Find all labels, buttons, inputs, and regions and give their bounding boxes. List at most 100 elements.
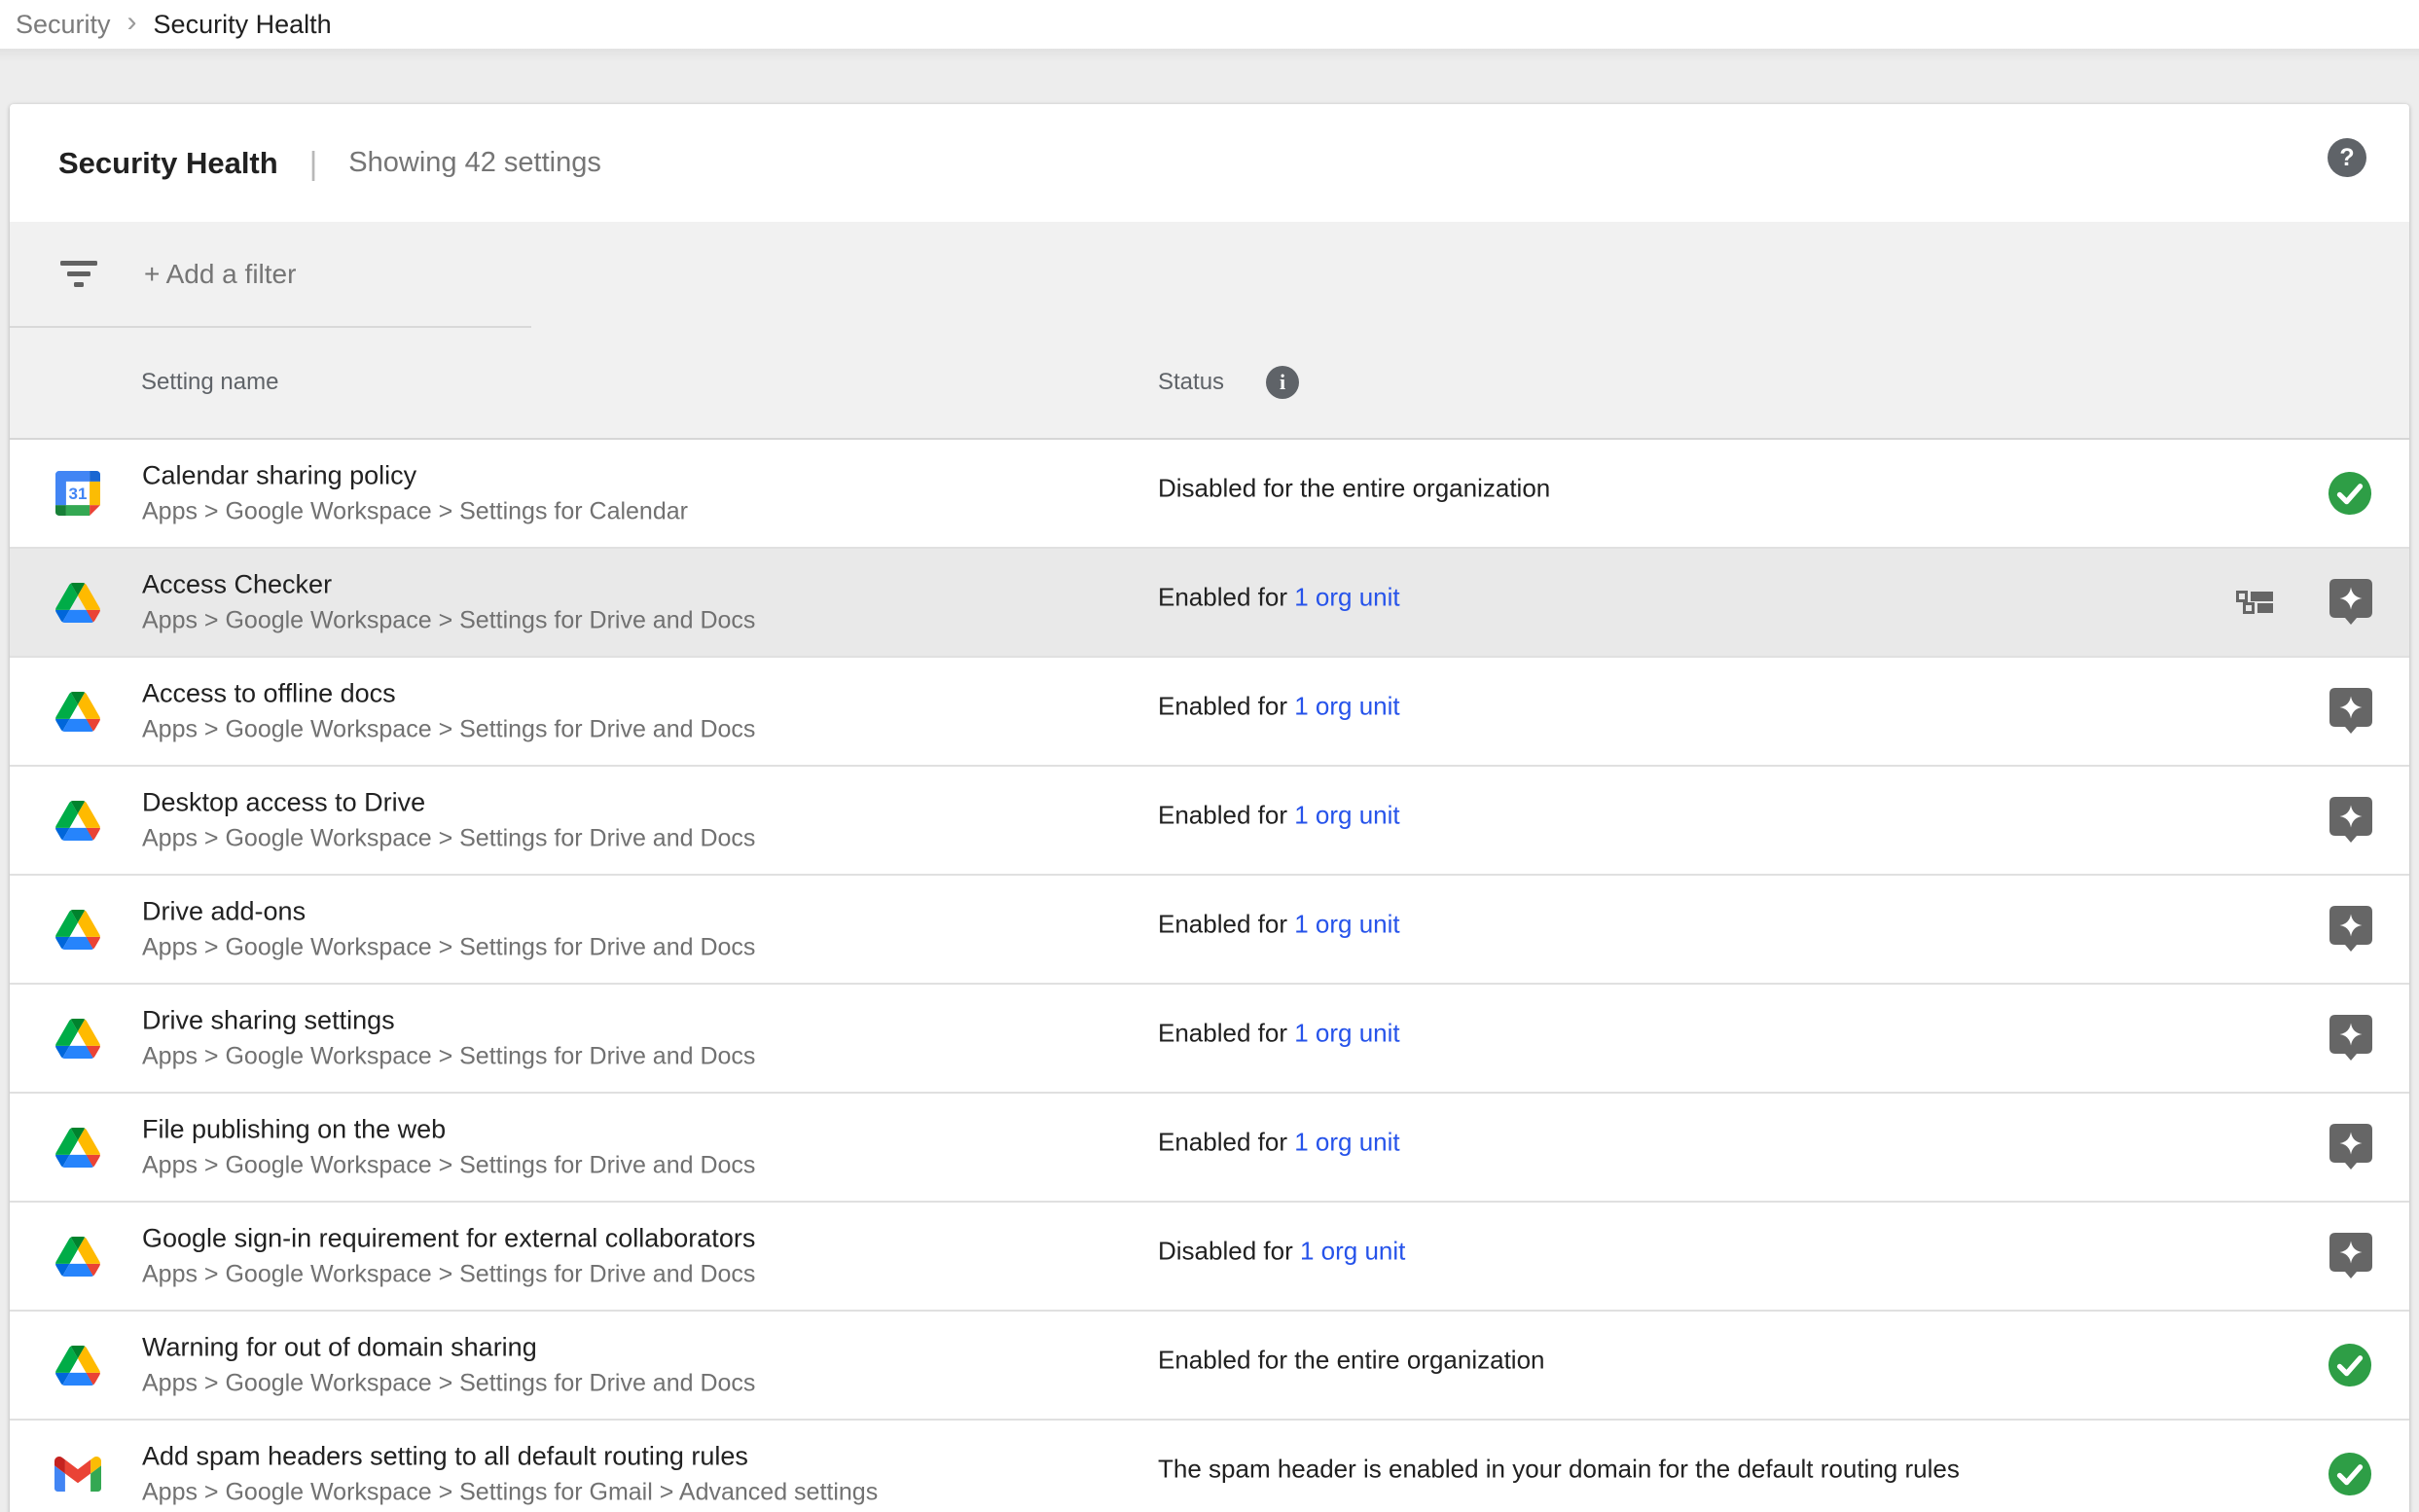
recommendation-icon[interactable] [2329,579,2372,626]
drive-icon [54,688,101,735]
row-actions [2329,688,2372,735]
drive-icon [54,1342,101,1388]
setting-row[interactable]: Warning for out of domain sharing Apps >… [10,1312,2409,1421]
setting-row[interactable]: Drive sharing settings Apps > Google Wor… [10,985,2409,1094]
setting-path: Apps > Google Workspace > Settings for D… [142,825,755,853]
org-units-icon[interactable] [2236,591,2273,614]
settings-list: 31 Calendar sharing policy Apps > Google… [10,440,2409,1512]
drive-icon [54,1015,101,1062]
recommendation-icon[interactable] [2329,797,2372,844]
setting-text: Calendar sharing policy Apps > Google Wo… [142,461,688,526]
setting-status: Enabled for 1 org unit [1158,801,1400,831]
status-text: Enabled for [1158,910,1294,939]
setting-name: Desktop access to Drive [142,788,755,818]
column-header-setting-name: Setting name [141,369,278,396]
row-actions [2329,1015,2372,1062]
setting-path: Apps > Google Workspace > Settings for G… [142,1479,878,1507]
status-text: Disabled for the entire organization [1158,474,1550,503]
setting-text: File publishing on the web Apps > Google… [142,1115,755,1180]
calendar-icon: 31 [54,470,101,517]
help-icon[interactable]: ? [2328,138,2366,177]
setting-path: Apps > Google Workspace > Settings for D… [142,716,755,744]
status-text: Enabled for [1158,583,1294,612]
setting-name: File publishing on the web [142,1115,755,1145]
status-text: Enabled for [1158,692,1294,721]
drive-icon [54,1233,101,1279]
setting-path: Apps > Google Workspace > Settings for C… [142,498,688,526]
setting-status: Enabled for 1 org unit [1158,1019,1400,1049]
setting-text: Access to offline docs Apps > Google Wor… [142,679,755,744]
setting-name: Drive add-ons [142,897,755,927]
setting-row[interactable]: Access to offline docs Apps > Google Wor… [10,658,2409,767]
status-text: The spam header is enabled in your domai… [1158,1455,1960,1484]
setting-name: Google sign-in requirement for external … [142,1224,755,1254]
setting-path: Apps > Google Workspace > Settings for D… [142,1261,755,1289]
setting-text: Access Checker Apps > Google Workspace >… [142,570,755,635]
setting-row[interactable]: Google sign-in requirement for external … [10,1203,2409,1312]
setting-name: Drive sharing settings [142,1006,755,1036]
setting-status: Disabled for 1 org unit [1158,1237,1405,1267]
org-unit-link[interactable]: 1 org unit [1294,910,1399,939]
recommendation-icon[interactable] [2329,1124,2372,1170]
recommendation-icon[interactable] [2329,1015,2372,1062]
add-filter-button[interactable]: + Add a filter [10,222,2409,327]
recommendation-icon[interactable] [2329,1233,2372,1279]
row-actions [2328,471,2372,516]
org-unit-link[interactable]: 1 org unit [1294,692,1399,721]
drive-icon [54,797,101,844]
svg-text:31: 31 [69,485,88,503]
setting-row[interactable]: Desktop access to Drive Apps > Google Wo… [10,767,2409,876]
security-health-page: Security › Security Health Security Heal… [0,0,2419,1512]
filter-list-icon [60,261,97,288]
drive-icon [54,906,101,953]
setting-name: Add spam headers setting to all default … [142,1442,878,1472]
status-ok-icon [2328,1343,2372,1387]
recommendation-icon[interactable] [2329,688,2372,735]
title-separator: | [309,145,318,182]
security-health-card: Security Health | Showing 42 settings ? … [10,104,2409,1512]
page-title: Security Health [58,146,278,181]
status-text: Disabled for [1158,1237,1300,1266]
table-header-row: Setting name Status i [10,327,2409,438]
recommendation-icon[interactable] [2329,906,2372,953]
status-info-icon[interactable]: i [1266,366,1299,399]
setting-path: Apps > Google Workspace > Settings for D… [142,1043,755,1071]
setting-name: Calendar sharing policy [142,461,688,491]
setting-status: Enabled for 1 org unit [1158,910,1400,940]
breadcrumb: Security › Security Health [0,0,2419,49]
setting-status: Enabled for 1 org unit [1158,583,1400,613]
setting-status: Enabled for 1 org unit [1158,692,1400,722]
breadcrumb-separator-icon: › [127,8,137,37]
status-text: Enabled for the entire organization [1158,1346,1545,1375]
org-unit-link[interactable]: 1 org unit [1294,1128,1399,1157]
setting-text: Drive sharing settings Apps > Google Wor… [142,1006,755,1071]
setting-row[interactable]: File publishing on the web Apps > Google… [10,1094,2409,1203]
setting-row[interactable]: 31 Calendar sharing policy Apps > Google… [10,440,2409,549]
row-actions [2328,1452,2372,1496]
setting-text: Add spam headers setting to all default … [142,1442,878,1507]
setting-name: Access Checker [142,570,755,600]
org-unit-link[interactable]: 1 org unit [1294,1019,1399,1048]
settings-count: Showing 42 settings [348,147,601,179]
row-actions [2329,797,2372,844]
status-text: Enabled for [1158,1019,1294,1048]
org-unit-link[interactable]: 1 org unit [1300,1237,1405,1266]
setting-path: Apps > Google Workspace > Settings for D… [142,1152,755,1180]
setting-row[interactable]: Drive add-ons Apps > Google Workspace > … [10,876,2409,985]
card-header: Security Health | Showing 42 settings ? [10,104,2409,222]
gmail-icon [54,1451,101,1497]
setting-path: Apps > Google Workspace > Settings for D… [142,934,755,962]
org-unit-link[interactable]: 1 org unit [1294,801,1399,830]
setting-row[interactable]: Add spam headers setting to all default … [10,1421,2409,1512]
setting-path: Apps > Google Workspace > Settings for D… [142,607,755,635]
row-actions [2329,1233,2372,1279]
setting-status: Disabled for the entire organization [1158,474,1550,504]
setting-row[interactable]: Access Checker Apps > Google Workspace >… [10,549,2409,658]
breadcrumb-item-security[interactable]: Security [16,10,111,40]
status-ok-icon [2328,1452,2372,1496]
setting-name: Warning for out of domain sharing [142,1333,755,1363]
add-filter-label: + Add a filter [144,259,296,290]
org-unit-link[interactable]: 1 org unit [1294,583,1399,612]
status-text: Enabled for [1158,801,1294,830]
status-text: Enabled for [1158,1128,1294,1157]
